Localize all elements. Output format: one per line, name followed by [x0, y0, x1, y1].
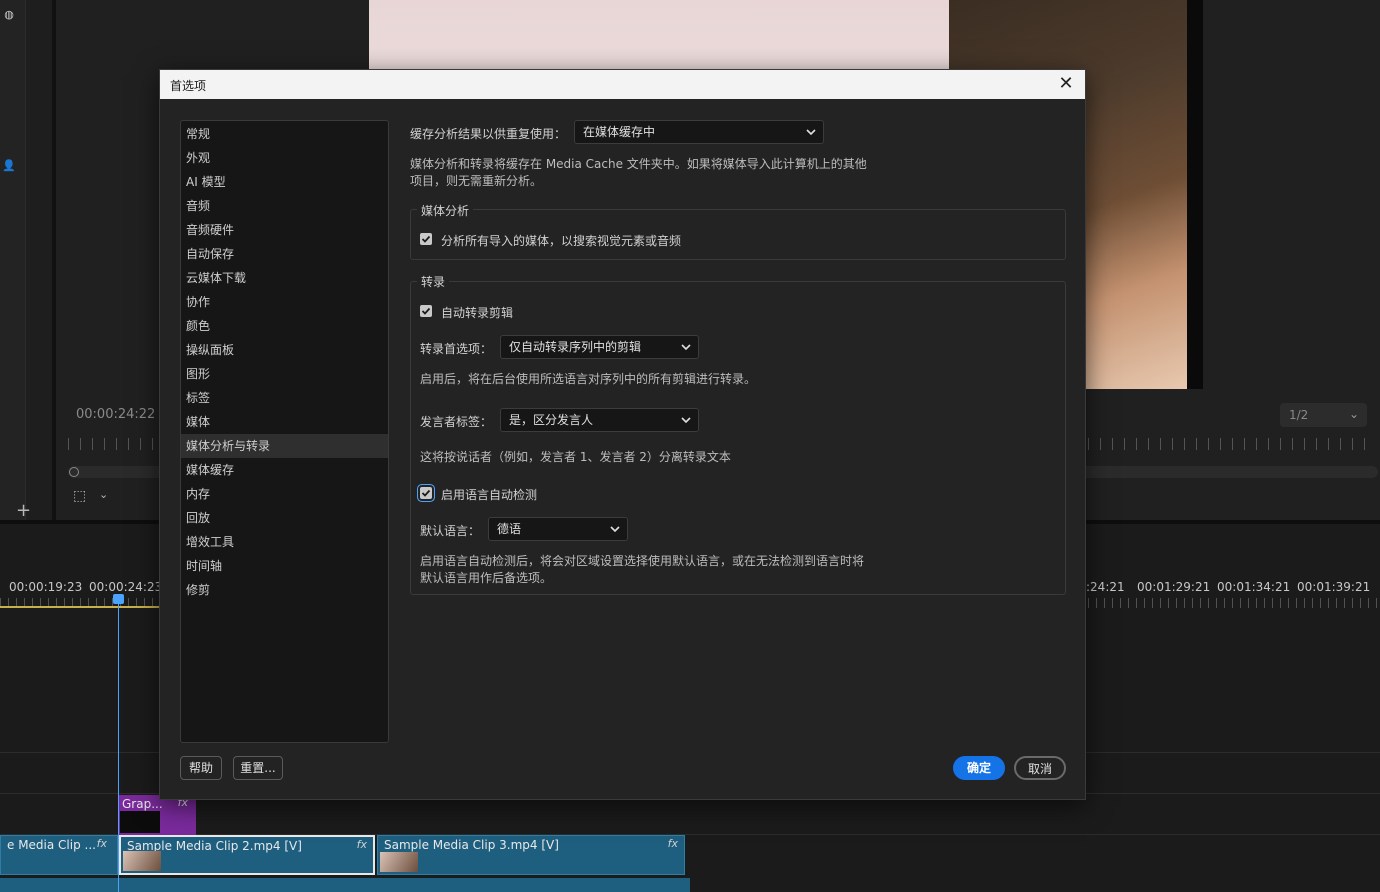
video-clip[interactable]: e Media Clip ... fx — [0, 835, 118, 875]
speaker-label-select[interactable]: 是，区分发言人 — [500, 408, 699, 432]
safe-margins-icon[interactable]: ⬚ — [73, 488, 86, 504]
fx-badge: fx — [356, 838, 367, 851]
speaker-label-value: 是，区分发言人 — [509, 413, 594, 427]
category-memory[interactable]: 内存 — [181, 482, 388, 506]
category-labels[interactable]: 标签 — [181, 386, 388, 410]
preferences-dialog: 首选项 ✕ 常规 外观 AI 模型 音频 音频硬件 自动保存 云媒体下载 协作 … — [159, 69, 1086, 800]
reset-button[interactable]: 重置... — [233, 756, 283, 780]
analyze-media-label: 分析所有导入的媒体，以搜索视觉元素或音频 — [441, 234, 682, 248]
clip-thumbnail — [380, 852, 418, 872]
video-clip[interactable]: Sample Media Clip 3.mp4 [V] fx — [377, 835, 685, 875]
ok-button[interactable]: 确定 — [953, 756, 1005, 780]
source-timecode: 00:00:24:22 — [76, 407, 156, 422]
category-plugins[interactable]: 增效工具 — [181, 530, 388, 554]
graphic-clip[interactable]: Grap... fx — [118, 795, 196, 835]
video-clip-selected[interactable]: Sample Media Clip 2.mp4 [V] fx — [119, 835, 375, 875]
timeline-timecode: 00:00:19:23 — [9, 580, 83, 594]
person-icon[interactable]: 👤 — [2, 159, 16, 173]
chevron-down-icon — [610, 526, 620, 533]
timeline-timecode: 00:01:29:21 — [1137, 580, 1211, 594]
category-trim[interactable]: 修剪 — [181, 578, 388, 602]
category-ai-models[interactable]: AI 模型 — [181, 170, 388, 194]
zoom-select[interactable]: 1/2 ⌄ — [1280, 403, 1367, 427]
audio-clips[interactable] — [0, 878, 690, 892]
add-icon[interactable]: + — [16, 500, 31, 521]
fx-badge: fx — [667, 837, 678, 850]
transcription-pref-description: 启用后，将在后台使用所选语言对序列中的所有剪辑进行转录。 — [420, 372, 757, 386]
checkmark-icon — [421, 307, 431, 315]
playhead-line[interactable] — [118, 598, 119, 892]
dialog-title: 首选项 — [170, 79, 207, 93]
cancel-button[interactable]: 取消 — [1014, 756, 1066, 780]
category-playback[interactable]: 回放 — [181, 506, 388, 530]
cache-select[interactable]: 在媒体缓存中 — [574, 120, 824, 144]
analyze-media-checkbox[interactable] — [420, 233, 432, 245]
help-button[interactable]: 帮助 — [180, 756, 222, 780]
category-media[interactable]: 媒体 — [181, 410, 388, 434]
cache-value: 在媒体缓存中 — [583, 125, 656, 139]
transcription-pref-select[interactable]: 仅自动转录序列中的剪辑 — [500, 335, 699, 359]
category-media-cache[interactable]: 媒体缓存 — [181, 458, 388, 482]
auto-transcribe-checkbox[interactable] — [420, 305, 432, 317]
auto-transcribe-label: 自动转录剪辑 — [441, 306, 514, 320]
clip-label: Sample Media Clip 3.mp4 [V] — [384, 838, 559, 852]
speaker-label-description: 这将按说话者（例如，发言者 1、发言者 2）分离转录文本 — [420, 450, 731, 464]
default-language-value: 德语 — [497, 522, 522, 536]
chevron-down-icon: ⌄ — [1348, 407, 1359, 421]
globe-icon[interactable]: ◍ — [2, 8, 16, 22]
clip-thumbnail — [123, 851, 161, 871]
category-media-analysis-transcription[interactable]: 媒体分析与转录 — [181, 434, 388, 458]
playhead-handle[interactable] — [113, 594, 124, 604]
zoom-value: 1/2 — [1289, 408, 1309, 422]
fx-badge: fx — [96, 837, 107, 850]
language-detect-checkbox[interactable] — [420, 487, 432, 499]
clip-thumbnail — [120, 811, 160, 833]
cache-description: 媒体分析和转录将缓存在 Media Cache 文件夹中。如果将媒体导入此计算机… — [410, 157, 867, 188]
chevron-down-icon[interactable]: ⌄ — [99, 488, 108, 501]
transcription-group — [410, 281, 1066, 595]
timeline-timecode: 00:01:34:21 — [1217, 580, 1291, 594]
default-language-label: 默认语言： — [420, 524, 481, 538]
chevron-down-icon — [681, 417, 691, 424]
cache-label: 缓存分析结果以供重复使用： — [410, 127, 567, 141]
category-graphics[interactable]: 图形 — [181, 362, 388, 386]
chevron-down-icon — [806, 129, 816, 136]
default-language-select[interactable]: 德语 — [488, 517, 628, 541]
clip-label: Grap... — [122, 797, 163, 811]
tools-panel — [0, 0, 26, 520]
transcription-pref-label: 转录首选项： — [420, 342, 493, 356]
category-timeline[interactable]: 时间轴 — [181, 554, 388, 578]
category-auto-save[interactable]: 自动保存 — [181, 242, 388, 266]
clip-label: e Media Clip ... — [7, 838, 96, 852]
category-color[interactable]: 颜色 — [181, 314, 388, 338]
timeline-timecode: 00:00:24:23 — [89, 580, 163, 594]
close-icon[interactable]: ✕ — [1055, 73, 1077, 95]
category-audio[interactable]: 音频 — [181, 194, 388, 218]
category-collaboration[interactable]: 协作 — [181, 290, 388, 314]
language-detect-label: 启用语言自动检测 — [441, 488, 538, 502]
category-control-surface[interactable]: 操纵面板 — [181, 338, 388, 362]
checkmark-icon — [421, 489, 431, 497]
timeline-timecode: 00:01:39:21 — [1297, 580, 1371, 594]
category-audio-hardware[interactable]: 音频硬件 — [181, 218, 388, 242]
media-analysis-title: 媒体分析 — [417, 202, 474, 219]
checkmark-icon — [421, 235, 431, 243]
timeline-timecode: :24:21 — [1086, 580, 1125, 594]
transcription-pref-value: 仅自动转录序列中的剪辑 — [509, 340, 642, 354]
language-detect-description: 启用语言自动检测后，将会对区域设置选择使用默认语言，或在无法检测到语言时将 默认… — [420, 554, 865, 585]
category-cloud-media-download[interactable]: 云媒体下载 — [181, 266, 388, 290]
dialog-titlebar[interactable]: 首选项 ✕ — [160, 70, 1085, 99]
chevron-down-icon — [681, 344, 691, 351]
speaker-label-label: 发言者标签： — [420, 415, 493, 429]
category-general[interactable]: 常规 — [181, 122, 388, 146]
transcription-title: 转录 — [417, 273, 450, 290]
scrub-knob[interactable] — [69, 467, 79, 477]
work-area-bar[interactable] — [0, 606, 160, 608]
category-appearance[interactable]: 外观 — [181, 146, 388, 170]
category-list: 常规 外观 AI 模型 音频 音频硬件 自动保存 云媒体下载 协作 颜色 操纵面… — [180, 120, 389, 743]
